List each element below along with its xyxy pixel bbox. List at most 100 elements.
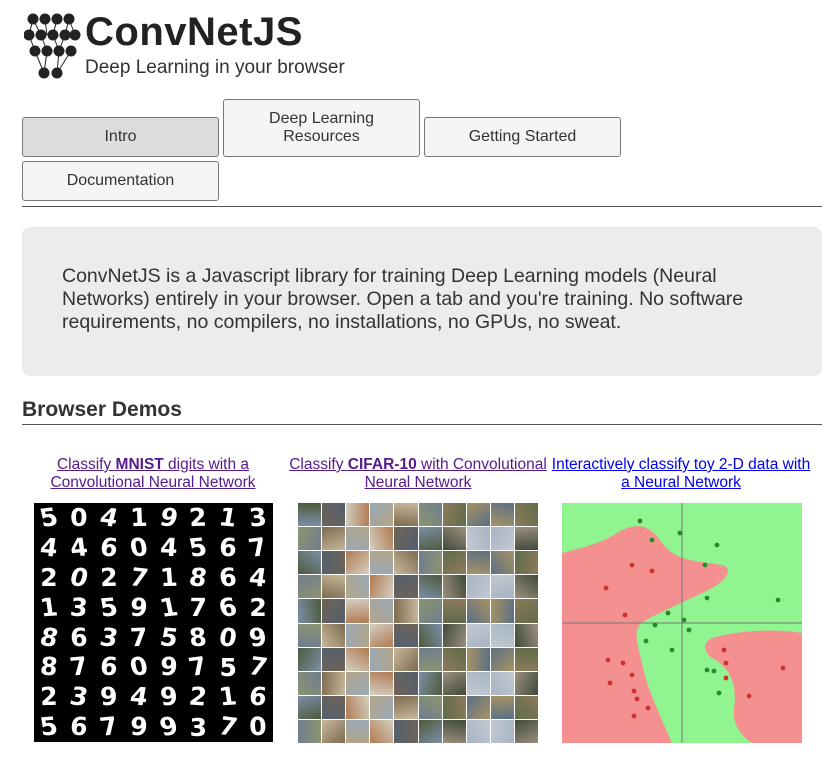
- mnist-digit: 7: [216, 711, 241, 743]
- mnist-digit: 7: [186, 652, 211, 683]
- mnist-digit: 6: [247, 682, 269, 713]
- mnist-digit: 1: [129, 503, 148, 533]
- mnist-digit: 8: [188, 622, 209, 653]
- cifar-thumbnail: [346, 623, 370, 647]
- cifar10-image-grid[interactable]: [298, 503, 538, 743]
- cifar-thumbnail: [514, 695, 538, 719]
- cifar-thumbnail: [394, 599, 418, 623]
- cifar-thumbnail: [418, 719, 442, 743]
- cifar-thumbnail: [490, 623, 514, 647]
- mnist-digit: 4: [127, 682, 150, 713]
- cifar-thumbnail: [322, 575, 346, 599]
- cifar-thumbnail: [442, 527, 466, 551]
- mnist-digit: 9: [156, 502, 181, 534]
- cifar-thumbnail: [418, 671, 442, 695]
- mnist-digit: 6: [216, 592, 241, 623]
- cifar-thumbnail: [298, 647, 322, 671]
- cifar-thumbnail: [514, 599, 538, 623]
- mnist-digit: 3: [247, 503, 269, 533]
- cifar-thumbnail: [442, 647, 466, 671]
- mnist-digits-image[interactable]: 5041921344604567202718641359176286375809…: [34, 503, 273, 742]
- cifar-thumbnail: [322, 551, 346, 575]
- mnist-digit: 2: [39, 682, 59, 712]
- nav-divider: [22, 206, 822, 207]
- mnist-digit: 3: [68, 592, 90, 623]
- mnist-digit: 4: [247, 562, 269, 593]
- mnist-digit: 4: [38, 532, 60, 563]
- cifar-thumbnail: [466, 551, 490, 575]
- cifar-thumbnail: [370, 575, 394, 599]
- cifar-thumbnail: [322, 671, 346, 695]
- cifar-thumbnail: [346, 527, 370, 551]
- demo-mnist-link[interactable]: Classify MNIST digits with a Convolution…: [22, 456, 284, 492]
- cifar-thumbnail: [490, 551, 514, 575]
- cifar-thumbnail: [298, 623, 322, 647]
- cifar-thumbnail: [346, 551, 370, 575]
- mnist-digit: 5: [36, 502, 62, 534]
- link-text-bold: MNIST: [115, 456, 164, 473]
- tab-documentation[interactable]: Documentation: [22, 161, 219, 201]
- mnist-digit: 3: [67, 682, 91, 713]
- tab-deep-learning-resources[interactable]: Deep Learning Resources: [223, 99, 420, 157]
- 2d-classification-plot[interactable]: [562, 503, 802, 743]
- cifar-thumbnail: [370, 719, 394, 743]
- mnist-digit: 0: [248, 712, 268, 742]
- cifar-thumbnail: [442, 551, 466, 575]
- tab-label: Documentation: [66, 172, 175, 189]
- cifar-thumbnail: [514, 647, 538, 671]
- cifar-thumbnail: [394, 647, 418, 671]
- mnist-digit: 8: [38, 652, 60, 683]
- mnist-digit: 0: [70, 503, 88, 533]
- cifar-thumbnail: [394, 719, 418, 743]
- cifar-thumbnail: [346, 503, 370, 527]
- tab-label: Getting Started: [468, 128, 577, 145]
- cifar-thumbnail: [298, 719, 322, 743]
- cifar-thumbnail: [298, 671, 322, 695]
- cifar-thumbnail: [370, 647, 394, 671]
- cifar-thumbnail: [442, 695, 466, 719]
- demo-2d-classify-link[interactable]: Interactively classify toy 2-D data with…: [550, 456, 812, 492]
- section-divider: [22, 424, 822, 425]
- mnist-digit: 0: [127, 532, 150, 563]
- mnist-digit: 7: [245, 652, 271, 683]
- mnist-digit: 2: [249, 593, 267, 623]
- tab-getting-started[interactable]: Getting Started: [424, 117, 621, 157]
- mnist-digit: 5: [186, 532, 210, 563]
- cifar-thumbnail: [346, 695, 370, 719]
- cifar-thumbnail: [514, 623, 538, 647]
- mnist-digit: 1: [216, 502, 240, 534]
- cifar-thumbnail: [298, 551, 322, 575]
- mnist-digit: 9: [129, 712, 148, 742]
- mnist-digit: 9: [156, 711, 181, 743]
- cifar-thumbnail: [490, 575, 514, 599]
- cifar-thumbnail: [370, 527, 394, 551]
- cifar-thumbnail: [418, 623, 442, 647]
- cifar-thumbnail: [346, 671, 370, 695]
- link-text-bold: CIFAR-10: [347, 456, 417, 473]
- cifar-thumbnail: [322, 503, 346, 527]
- cifar-thumbnail: [298, 695, 322, 719]
- cifar-thumbnail: [514, 527, 538, 551]
- mnist-digit: 1: [217, 682, 239, 713]
- cifar-thumbnail: [346, 575, 370, 599]
- cifar-thumbnail: [466, 719, 490, 743]
- cifar-thumbnail: [490, 695, 514, 719]
- link-text-pre: Classify: [289, 456, 348, 473]
- mnist-digit: 2: [99, 563, 118, 593]
- cifar-thumbnail: [442, 503, 466, 527]
- cifar-thumbnail: [490, 719, 514, 743]
- cifar-thumbnail: [370, 503, 394, 527]
- cifar-thumbnail: [322, 599, 346, 623]
- cifar-thumbnail: [394, 551, 418, 575]
- cifar-thumbnail: [298, 575, 322, 599]
- tab-intro[interactable]: Intro: [22, 117, 219, 157]
- cifar-thumbnail: [370, 551, 394, 575]
- cifar-thumbnail: [298, 503, 322, 527]
- demo-cifar10-link[interactable]: Classify CIFAR-10 with Convolutional Neu…: [287, 456, 549, 492]
- cifar-thumbnail: [466, 671, 490, 695]
- cifar-thumbnail: [394, 623, 418, 647]
- mnist-digit: 8: [187, 562, 210, 593]
- cifar-thumbnail: [418, 695, 442, 719]
- mnist-digit: 2: [40, 563, 58, 593]
- mnist-digit: 5: [157, 622, 180, 653]
